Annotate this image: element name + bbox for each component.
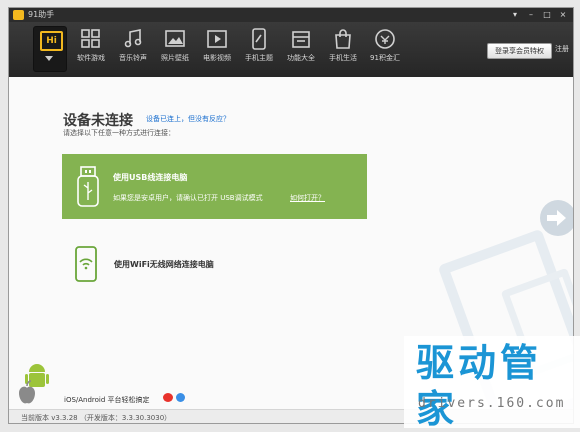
arrow-right-icon xyxy=(547,210,566,226)
music-note-icon xyxy=(124,29,142,48)
skin-icon[interactable]: ▾ xyxy=(507,8,523,22)
weibo-icon[interactable] xyxy=(163,393,173,402)
next-arrow-button[interactable] xyxy=(540,200,573,236)
coin-icon xyxy=(375,29,395,49)
toolbar-item-label: 91积金汇 xyxy=(370,54,400,62)
phone-theme-icon xyxy=(252,28,266,50)
wifi-connect-option[interactable]: 使用WiFi无线网络连接电脑 xyxy=(62,234,367,289)
page-subtitle: 请选择以下任意一种方式进行连接： xyxy=(63,129,175,137)
toolbar-item-label: 软件游戏 xyxy=(77,54,105,62)
version-text: 当前版本 v3.3.28 （开发版本：3.3.30.3030） xyxy=(21,414,172,422)
hi-icon: Hi xyxy=(40,31,63,51)
title-bar[interactable]: 91助手 ▾ – □ × xyxy=(9,8,573,22)
wifi-phone-icon xyxy=(75,246,97,282)
toolbar-item-label: 功能大全 xyxy=(287,54,315,62)
toolbox-icon xyxy=(292,31,310,48)
os-logos xyxy=(11,363,55,409)
usb-option-title: 使用USB线连接电脑 xyxy=(113,173,188,182)
android-apple-icon xyxy=(19,364,49,404)
usb-option-description: 如果您是安卓用户，请确认已打开 USB调试模式 xyxy=(113,194,263,202)
toolbar-item-label: 手机主题 xyxy=(245,54,273,62)
apps-grid-icon xyxy=(81,29,100,48)
chevron-down-icon xyxy=(45,56,53,61)
page-title: 设备未连接 xyxy=(63,113,133,129)
toolbar-item-label: 音乐铃声 xyxy=(119,54,147,62)
usb-connect-option[interactable]: 使用USB线连接电脑 如果您是安卓用户，请确认已打开 USB调试模式 如何打开？ xyxy=(62,154,367,219)
platform-text: iOS/Android 平台轻松搞定 xyxy=(64,396,150,404)
login-vip-button[interactable]: 登录享会员特权 xyxy=(487,43,552,59)
minimize-button[interactable]: – xyxy=(523,8,539,22)
toolbar-item-video[interactable]: 电影视频 xyxy=(197,28,237,63)
toolbar-item-music[interactable]: 音乐铃声 xyxy=(113,28,153,63)
photo-icon xyxy=(165,30,185,47)
maximize-button[interactable]: □ xyxy=(539,8,555,22)
register-link[interactable]: 注册 xyxy=(555,44,569,54)
toolbar-item-theme[interactable]: 手机主题 xyxy=(239,28,279,63)
toolbar-item-label: 电影视频 xyxy=(203,54,231,62)
window-title: 91助手 xyxy=(28,10,55,19)
app-logo-icon xyxy=(13,10,24,20)
toolbar-item-photos[interactable]: 照片壁纸 xyxy=(155,28,195,63)
shopping-bag-icon xyxy=(335,29,351,49)
usb-debug-help-link[interactable]: 如何打开？ xyxy=(290,193,325,203)
wifi-option-title: 使用WiFi无线网络连接电脑 xyxy=(114,260,214,269)
close-button[interactable]: × xyxy=(555,8,571,22)
watermark-url: drivers.160.com xyxy=(418,396,566,411)
help-link[interactable]: 设备已连上，但没有反应？ xyxy=(146,114,230,124)
watermark-title: 驱动管家 xyxy=(416,341,543,431)
toolbar-item-features[interactable]: 功能大全 xyxy=(281,28,321,63)
toolbar-item-life[interactable]: 手机生活 xyxy=(323,28,363,63)
toolbar-item-apps[interactable]: 软件游戏 xyxy=(71,28,111,63)
video-icon xyxy=(207,30,227,48)
qq-icon[interactable] xyxy=(176,393,185,402)
home-hi-button[interactable]: Hi xyxy=(33,26,67,72)
window-controls: ▾ – □ × xyxy=(507,8,571,22)
watermark: 驱动管家 drivers.160.com xyxy=(404,336,580,431)
toolbar-item-coins[interactable]: 91积金汇 xyxy=(365,28,405,63)
usb-icon xyxy=(77,166,99,207)
main-toolbar: Hi 软件游戏 音乐铃声 照片壁纸 电影视频 手机主题 功能大全 手机生活 91… xyxy=(9,22,573,77)
toolbar-item-label: 照片壁纸 xyxy=(161,54,189,62)
toolbar-item-label: 手机生活 xyxy=(329,54,357,62)
